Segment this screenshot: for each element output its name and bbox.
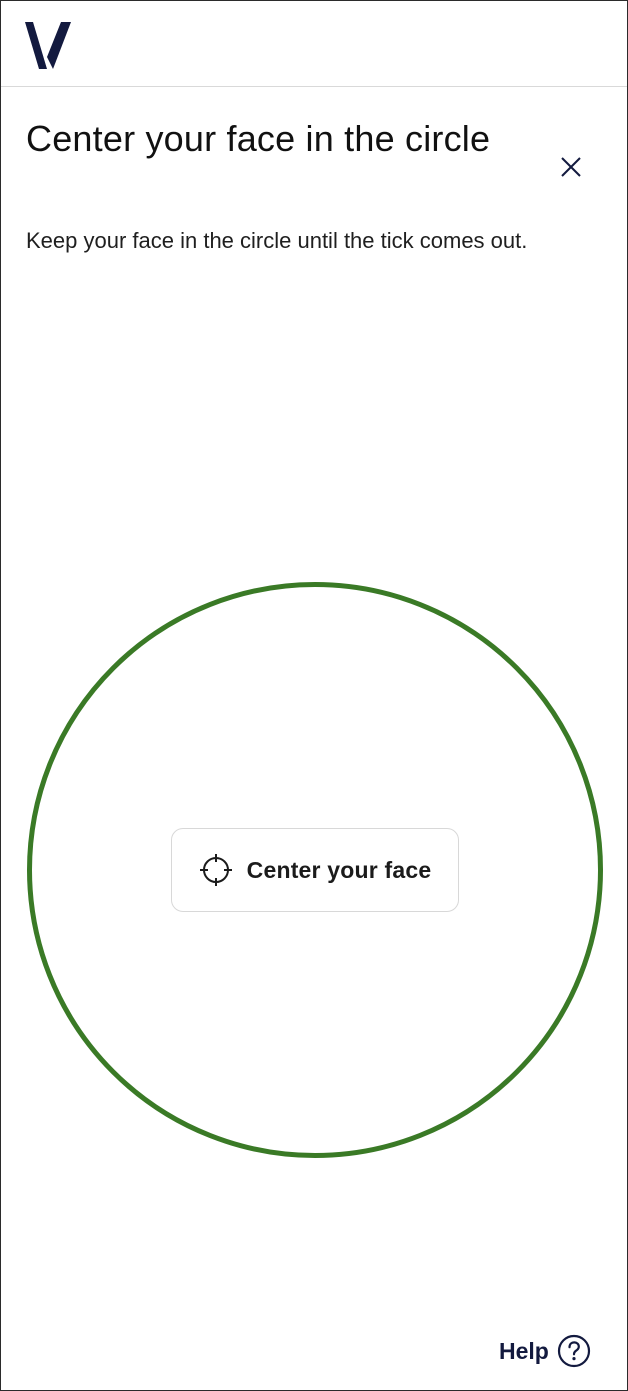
help-button[interactable]: Help <box>499 1333 591 1369</box>
page-title: Center your face in the circle <box>26 118 491 159</box>
face-status-label: Center your face <box>246 856 432 883</box>
face-status-badge: Center your face <box>171 828 459 912</box>
instruction-text: Keep your face in the circle until the t… <box>26 228 528 253</box>
brand-v-logo-icon <box>25 19 73 71</box>
face-capture-screen: Center your face in the circle Keep your… <box>0 0 628 1391</box>
help-label: Help <box>499 1337 549 1364</box>
top-bar <box>1 1 627 87</box>
crosshair-icon <box>199 853 233 887</box>
close-button[interactable] <box>554 150 588 184</box>
close-icon <box>561 157 581 177</box>
question-circle-icon <box>557 1334 590 1368</box>
